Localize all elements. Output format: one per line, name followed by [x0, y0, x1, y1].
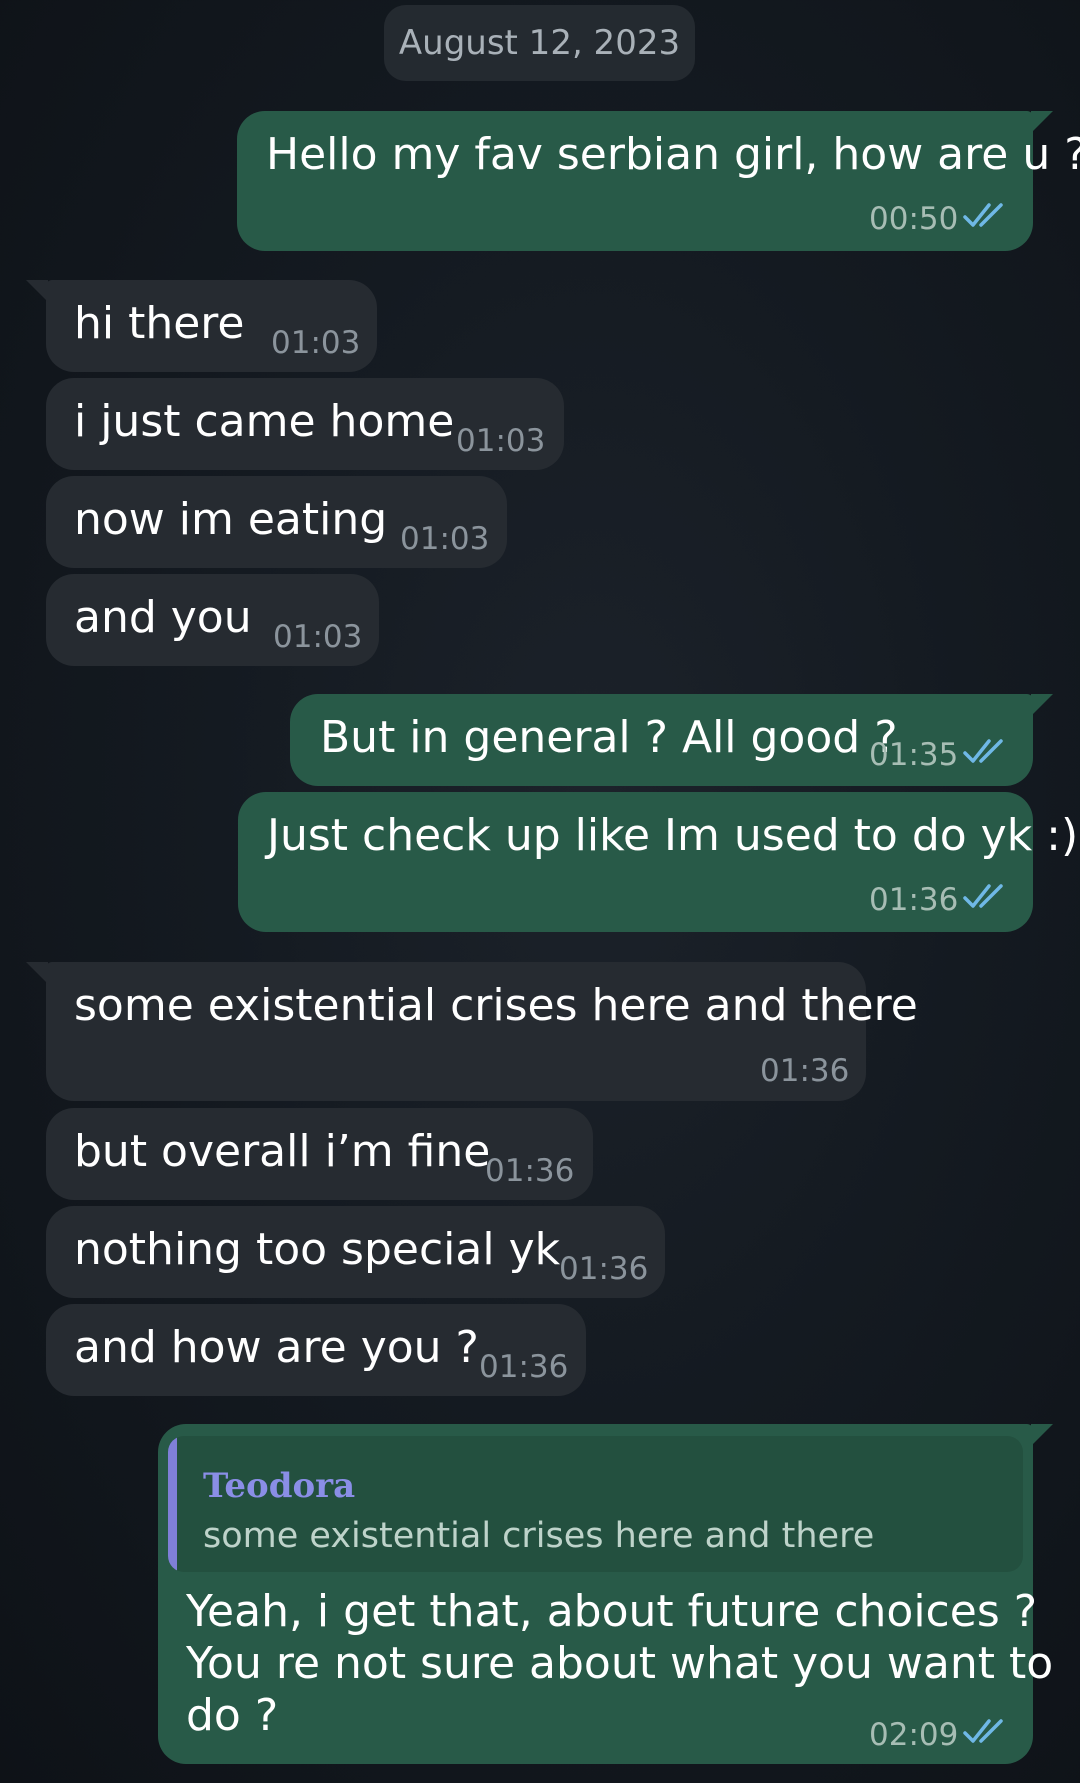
message-outgoing[interactable]: But in general ? All good ? 01:35	[290, 694, 1053, 786]
message-outgoing-reply[interactable]: Teodora some existential crises here and…	[158, 1424, 1053, 1764]
message-text: i just came home	[74, 396, 455, 447]
date-chip: August 12, 2023	[384, 5, 695, 81]
message-incoming[interactable]: now im eating 01:03	[46, 476, 507, 568]
message-incoming[interactable]: nothing too special yk 01:36	[46, 1206, 665, 1298]
read-check-icon	[963, 739, 1003, 763]
message-text: nothing too special yk	[74, 1224, 561, 1275]
message-incoming[interactable]: but overall i’m fine 01:36	[46, 1108, 593, 1200]
message-outgoing[interactable]: Hello my fav serbian girl, how are u ? 0…	[237, 111, 1080, 251]
message-text: some existential crises here and there	[74, 980, 918, 1031]
message-time: 01:35	[869, 737, 959, 773]
message-text: But in general ? All good ?	[320, 712, 898, 763]
quote-text: some existential crises here and there	[203, 1516, 875, 1556]
message-incoming[interactable]: some existential crises here and there 0…	[26, 962, 918, 1101]
message-time: 00:50	[869, 201, 959, 237]
read-check-icon	[963, 203, 1003, 227]
read-check-icon	[963, 1719, 1003, 1743]
reply-quote[interactable]: Teodora some existential crises here and…	[168, 1436, 1023, 1572]
message-incoming[interactable]: and you 01:03	[46, 574, 379, 666]
message-time: 01:03	[273, 619, 363, 655]
message-text: but overall i’m fine	[74, 1126, 491, 1177]
message-time: 02:09	[869, 1717, 959, 1753]
message-time: 01:36	[479, 1349, 569, 1385]
message-text: and how are you ?	[74, 1322, 479, 1373]
message-outgoing[interactable]: Just check up like Im used to do yk :) 0…	[238, 792, 1078, 932]
read-check-icon	[963, 884, 1003, 908]
message-time: 01:03	[400, 521, 490, 557]
quote-accent-bar	[168, 1436, 177, 1572]
message-time: 01:36	[559, 1251, 649, 1287]
message-incoming[interactable]: i just came home 01:03	[46, 378, 564, 470]
quote-author: Teodora	[203, 1466, 356, 1506]
message-incoming[interactable]: and how are you ? 01:36	[46, 1304, 586, 1396]
message-text: Hello my fav serbian girl, how are u ?	[266, 129, 1080, 180]
message-text: hi there	[74, 298, 245, 349]
message-text: and you	[74, 592, 252, 643]
message-text: Just check up like Im used to do yk :)	[267, 810, 1079, 861]
message-text: now im eating	[74, 494, 388, 545]
message-time: 01:03	[271, 325, 361, 361]
message-time: 01:36	[485, 1153, 575, 1189]
message-time: 01:36	[869, 882, 959, 918]
message-line: You re not sure about what you want to	[186, 1638, 1054, 1689]
message-incoming[interactable]: hi there 01:03	[26, 280, 377, 372]
message-line: Yeah, i get that, about future choices ?	[186, 1586, 1038, 1637]
message-time: 01:36	[760, 1053, 850, 1089]
message-time: 01:03	[456, 423, 546, 459]
